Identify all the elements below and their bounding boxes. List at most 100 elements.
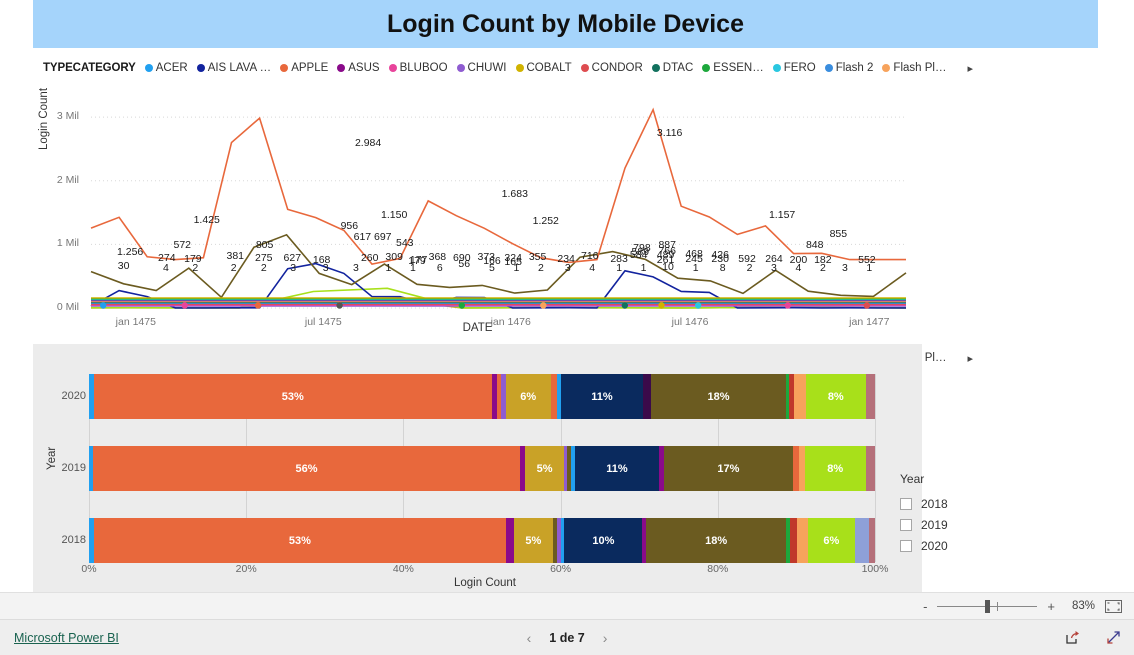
table-row[interactable]: 56% 5% 11% 17% 8% (89, 446, 875, 491)
bar-segment-label: 56% (295, 462, 318, 475)
legend-next-arrow-icon[interactable]: ▸ (967, 62, 973, 75)
line-marker (181, 302, 188, 309)
slicer-option-label: 2020 (921, 538, 948, 553)
line-marker (100, 302, 107, 309)
bar-segment-other-3[interactable] (865, 374, 875, 419)
line-marker (458, 302, 466, 309)
bar-segment-fero[interactable]: 18% (650, 374, 787, 419)
bar-segment-other-1[interactable] (793, 374, 806, 419)
line-data-label: 56 (458, 257, 471, 270)
legend-swatch-icon (580, 64, 589, 72)
zoom-slider-handle[interactable] (985, 599, 991, 613)
legend-item-condor[interactable]: CONDOR (580, 62, 643, 74)
line-data-label: 716 (581, 249, 599, 262)
legend-item-flash-2[interactable]: Flash 2 (824, 62, 873, 74)
bar-segment-flash-2[interactable] (790, 518, 798, 563)
legend-item-essen[interactable]: ESSEN… (702, 62, 764, 74)
legend-item-cobalt[interactable]: COBALT (515, 62, 572, 74)
line-data-label: 3 (841, 261, 848, 274)
bar-segment-other-2[interactable]: 8% (805, 374, 866, 419)
line-data-label: 3 (322, 261, 329, 274)
page-navigator: ‹ 1 de 7 › (527, 630, 608, 646)
bar-segment-label: 53% (288, 534, 311, 547)
fullscreen-icon[interactable] (1105, 629, 1122, 646)
bar-segment-cobalt[interactable]: 5% (513, 518, 553, 563)
bar-x-tick: 100% (861, 563, 889, 575)
legend-swatch-icon (515, 64, 524, 72)
zoom-slider[interactable] (937, 599, 1038, 613)
powerbi-brand-link[interactable]: Microsoft Power BI (14, 631, 119, 645)
legend-item-asus[interactable]: ASUS (337, 62, 380, 74)
line-data-label: 572 (173, 239, 192, 252)
bar-segment-ais-lava[interactable]: 11% (575, 446, 659, 491)
slicer-option-2018[interactable]: 2018 (900, 493, 1050, 514)
line-data-label: 2 (230, 261, 237, 274)
bar-segment-other-1[interactable]: 6% (808, 518, 855, 563)
bar-segment-label: 6% (823, 534, 840, 547)
line-data-label: 3 (564, 261, 571, 274)
legend-item-bluboo[interactable]: BLUBOO (388, 62, 448, 74)
checkbox-icon[interactable] (900, 539, 912, 552)
legend-item-dtac[interactable]: DTAC (651, 62, 693, 74)
line-y-tick: 2 Mil (56, 173, 79, 186)
bar-segment-fero[interactable]: 18% (646, 518, 787, 563)
bar-segment-asus[interactable] (506, 518, 514, 563)
bar-segment-cobalt[interactable]: 5% (525, 446, 564, 491)
line-data-label: 260 (360, 252, 379, 265)
year-slicer[interactable]: Year 2018 2019 2020 (900, 472, 1050, 556)
line-y-tick: 0 Mil (56, 301, 79, 313)
fit-to-page-icon[interactable] (1105, 599, 1122, 613)
bar-segment-flash-pl[interactable] (797, 518, 809, 563)
checkbox-icon[interactable] (900, 518, 912, 531)
bar-segment-essen[interactable] (643, 374, 651, 419)
zoom-out-button[interactable]: - (923, 599, 927, 614)
line-data-label: 1.150 (381, 208, 408, 221)
line-data-label: 2 (537, 261, 544, 274)
bar-segment-cobalt[interactable]: 6% (505, 374, 551, 419)
bar-segment-apple[interactable]: 53% (93, 374, 493, 419)
zoom-slider-notch (997, 601, 999, 611)
bar-segment-apple[interactable]: 56% (92, 446, 521, 491)
line-data-label: 3 (290, 261, 297, 274)
bar-segment-label: 5% (536, 462, 553, 475)
line-marker (863, 302, 871, 309)
legend-swatch-icon (337, 64, 346, 72)
slicer-option-2020[interactable]: 2020 (900, 535, 1050, 556)
bar-segment-apple[interactable]: 53% (93, 518, 507, 563)
legend-next-arrow-icon-2[interactable]: ▸ (967, 352, 973, 365)
slicer-option-2019[interactable]: 2019 (900, 514, 1050, 535)
legend-item-chuwi[interactable]: CHUWI (456, 62, 507, 74)
bar-segment-fero[interactable]: 17% (663, 446, 794, 491)
table-row[interactable]: 53% 5% 10% 18% 6% (89, 518, 875, 563)
line-chart[interactable]: 1.256 1.425 805 2.984 1.150 956 617 697 543 1.683… (33, 80, 922, 342)
legend-item-ais-lava[interactable]: AIS LAVA … (196, 62, 271, 74)
line-data-label: 697 (374, 230, 392, 243)
checkbox-icon[interactable] (900, 497, 912, 510)
legend-item-acer[interactable]: ACER (144, 62, 188, 74)
table-row[interactable]: 53% 6% 11% 18% 8% (89, 374, 875, 419)
bar-segment-other-3[interactable] (868, 518, 875, 563)
share-icon[interactable] (1064, 629, 1081, 646)
bar-gridline (875, 374, 876, 562)
line-data-label: 848 (805, 239, 824, 251)
legend-item-flash-pl[interactable]: Flash Pl… (882, 62, 946, 74)
bar-segment-other-2[interactable] (865, 446, 875, 491)
zoom-level-label: 83% (1071, 600, 1095, 612)
bar-segment-other-1[interactable]: 8% (804, 446, 866, 491)
bar-x-tick: 0% (81, 563, 97, 575)
bar-segment-ais-lava[interactable]: 10% (564, 518, 643, 563)
legend-item-apple[interactable]: APPLE (280, 62, 328, 74)
zoom-in-button[interactable]: + (1047, 599, 1055, 614)
line-data-label: 3 (771, 261, 777, 274)
bar-segment-label: 18% (707, 390, 730, 403)
line-data-label: 1 (640, 261, 647, 274)
bar-row-label-2018: 2018 (61, 533, 86, 546)
line-data-label: 1.252 (532, 214, 559, 227)
legend-item-label: ESSEN… (713, 62, 764, 74)
next-page-icon[interactable]: › (603, 630, 608, 646)
legend-item-fero[interactable]: FERO (772, 62, 816, 74)
line-marker (694, 302, 702, 309)
bar-segment-other-2[interactable] (854, 518, 869, 563)
bar-segment-ais-lava[interactable]: 11% (560, 374, 644, 419)
prev-page-icon[interactable]: ‹ (527, 630, 532, 646)
